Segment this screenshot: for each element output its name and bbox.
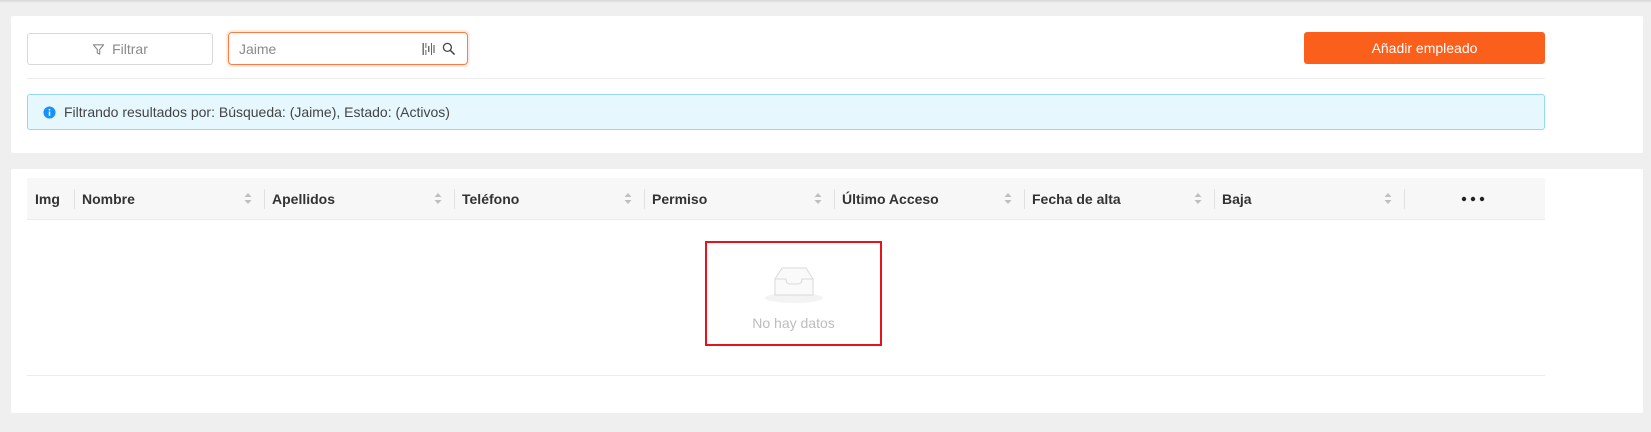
- column-label: Apellidos: [272, 191, 336, 207]
- column-label: Permiso: [652, 191, 708, 207]
- alert-text: Filtrando resultados por: Búsqueda: (Jai…: [64, 104, 450, 120]
- employees-table-card: Img Nombre Apellidos Teléfono Permiso Úl…: [11, 169, 1643, 413]
- sort-icon[interactable]: [434, 192, 442, 205]
- sort-icon[interactable]: [1384, 192, 1392, 205]
- column-header-baja[interactable]: Baja: [1214, 178, 1404, 220]
- column-header-telefono[interactable]: Teléfono: [454, 178, 644, 220]
- empty-state-text: No hay datos: [752, 315, 835, 331]
- filter-button[interactable]: Filtrar: [27, 33, 213, 65]
- table-header: Img Nombre Apellidos Teléfono Permiso Úl…: [27, 178, 1545, 220]
- column-label: Último Acceso: [842, 191, 939, 207]
- info-icon: [43, 105, 56, 119]
- filter-button-label: Filtrar: [112, 41, 148, 57]
- sort-icon[interactable]: [814, 192, 822, 205]
- sort-icon[interactable]: [1004, 192, 1012, 205]
- search-box[interactable]: [228, 32, 468, 65]
- table-bottom-divider: [27, 375, 1545, 376]
- column-label: Img: [35, 191, 60, 207]
- column-label: Teléfono: [462, 191, 520, 207]
- filter-icon: [92, 43, 105, 55]
- sort-icon[interactable]: [1194, 192, 1202, 205]
- column-header-ultimo-acceso[interactable]: Último Acceso: [834, 178, 1024, 220]
- add-employee-button[interactable]: Añadir empleado: [1304, 32, 1545, 64]
- column-label: Baja: [1222, 191, 1252, 207]
- column-header-fecha-de-alta[interactable]: Fecha de alta: [1024, 178, 1214, 220]
- search-icon[interactable]: [442, 42, 455, 55]
- sort-icon[interactable]: [624, 192, 632, 205]
- column-label: Nombre: [82, 191, 135, 207]
- search-input[interactable]: [229, 33, 409, 64]
- top-shadow: [0, 0, 1651, 3]
- divider: [27, 78, 1545, 79]
- column-separator: [1404, 189, 1405, 209]
- column-header-apellidos[interactable]: Apellidos: [264, 178, 454, 220]
- empty-state: No hay datos: [705, 241, 882, 346]
- column-label: Fecha de alta: [1032, 191, 1121, 207]
- empty-inbox-icon: [764, 267, 823, 303]
- barcode-scan-icon[interactable]: [422, 42, 435, 56]
- column-header-permiso[interactable]: Permiso: [644, 178, 834, 220]
- more-options-icon[interactable]: [1461, 196, 1485, 202]
- column-header-img: Img: [27, 178, 75, 220]
- toolbar-card: Filtrar Añadir empleado Filtrando result…: [11, 16, 1643, 153]
- filter-info-alert: Filtrando resultados por: Búsqueda: (Jai…: [27, 94, 1545, 130]
- column-header-nombre[interactable]: Nombre: [74, 178, 264, 220]
- sort-icon[interactable]: [244, 192, 252, 205]
